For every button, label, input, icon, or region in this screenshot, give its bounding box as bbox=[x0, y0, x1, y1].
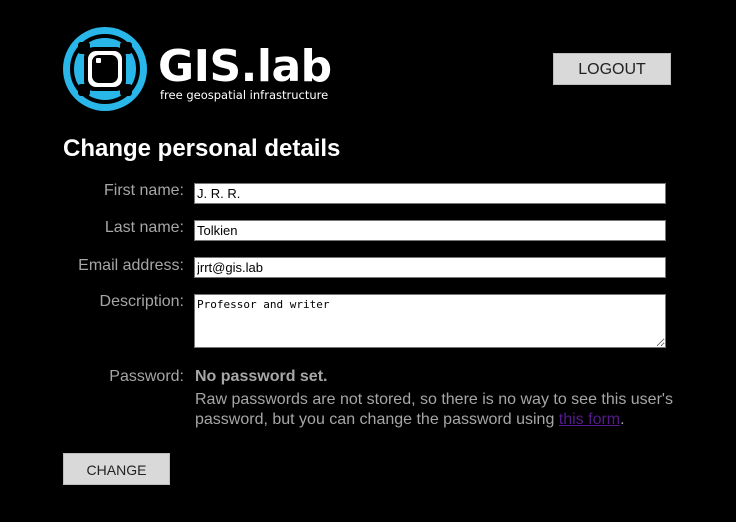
change-button[interactable]: CHANGE bbox=[63, 453, 170, 485]
page: GIS.lab free geospatial infrastructure L… bbox=[0, 0, 736, 522]
description-textarea[interactable]: Professor and writer bbox=[194, 294, 666, 348]
last-name-field[interactable] bbox=[194, 220, 666, 241]
password-help-after-link: . bbox=[620, 411, 625, 428]
password-status: No password set. bbox=[195, 368, 328, 385]
email-label: Email address: bbox=[78, 257, 184, 274]
description-label: Description: bbox=[99, 293, 184, 310]
last-name-label: Last name: bbox=[104, 219, 184, 236]
change-password-link[interactable]: this form bbox=[559, 411, 620, 428]
logo-title: GIS.lab bbox=[158, 41, 332, 92]
logo-tagline: free geospatial infrastructure bbox=[160, 88, 329, 102]
gislab-logo[interactable]: GIS.lab free geospatial infrastructure bbox=[62, 26, 342, 112]
first-name-label: First name: bbox=[103, 182, 184, 199]
gislab-logo-icon bbox=[63, 27, 147, 111]
page-title: Change personal details bbox=[63, 135, 341, 162]
password-help-text: Raw passwords are not stored, so there i… bbox=[195, 390, 695, 430]
password-label: Password: bbox=[109, 368, 184, 385]
email-field[interactable] bbox=[194, 257, 666, 278]
first-name-field[interactable] bbox=[194, 183, 666, 204]
logout-button[interactable]: LOGOUT bbox=[553, 53, 671, 85]
